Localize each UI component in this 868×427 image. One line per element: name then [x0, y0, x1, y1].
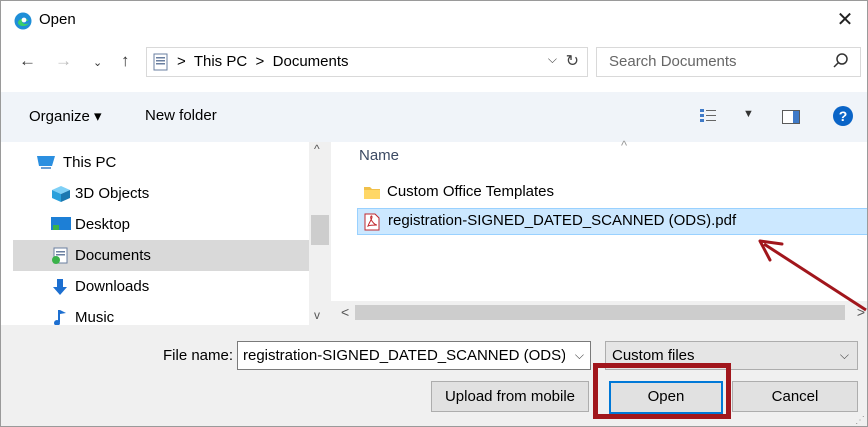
- folder-icon: [364, 187, 380, 199]
- scroll-thumb[interactable]: [311, 215, 329, 245]
- 3d-objects-icon: [52, 186, 70, 202]
- file-row-registration-pdf[interactable]: registration-SIGNED_DATED_SCANNED (ODS).…: [357, 208, 867, 235]
- view-dropdown-icon[interactable]: ▼: [743, 108, 754, 120]
- breadcrumb-separator: >: [255, 53, 265, 70]
- open-button[interactable]: Open: [609, 381, 723, 414]
- window-title: Open: [39, 11, 76, 28]
- dialog-footer: File name: registration-SIGNED_DATED_SCA…: [1, 325, 867, 426]
- documents-location-icon: [153, 53, 168, 71]
- file-name-input[interactable]: registration-SIGNED_DATED_SCANNED (ODS).: [243, 347, 565, 364]
- nav-item-label: Desktop: [75, 216, 131, 233]
- nav-item-label: Music: [75, 309, 115, 326]
- nav-item-desktop[interactable]: Desktop: [13, 209, 309, 240]
- refresh-icon[interactable]: ↻: [566, 51, 579, 71]
- search-box[interactable]: Search Documents: [596, 47, 861, 77]
- documents-icon: [52, 247, 68, 264]
- breadcrumb-separator: >: [177, 53, 186, 70]
- scroll-right-icon[interactable]: >: [857, 304, 865, 320]
- navigation-pane: This PC 3D Objects Desktop Documents Dow…: [1, 142, 331, 326]
- column-header-name[interactable]: Name: [359, 147, 399, 164]
- file-type-select[interactable]: Custom files ⌵: [605, 341, 858, 370]
- breadcrumb: > This PC > Documents: [177, 53, 349, 70]
- nav-item-3d-objects[interactable]: 3D Objects: [13, 178, 309, 209]
- edge-icon: [14, 12, 32, 30]
- title-bar: Open ✕: [1, 1, 867, 39]
- recent-locations-chevron-icon[interactable]: ⌄: [93, 56, 102, 69]
- chevron-down-icon: ⌵: [839, 348, 849, 362]
- breadcrumb-this-pc[interactable]: This PC: [194, 53, 247, 70]
- file-name-combobox[interactable]: registration-SIGNED_DATED_SCANNED (ODS).…: [237, 341, 591, 370]
- help-button[interactable]: ?: [833, 106, 853, 126]
- search-placeholder: Search Documents: [609, 53, 737, 70]
- nav-item-documents[interactable]: Documents: [13, 240, 309, 271]
- nav-item-label: This PC: [63, 154, 117, 171]
- forward-arrow-icon[interactable]: →: [55, 51, 72, 71]
- scroll-thumb[interactable]: [355, 305, 845, 320]
- file-name-label: File name:: [163, 347, 234, 364]
- downloads-icon: [53, 279, 67, 295]
- back-arrow-icon[interactable]: ←: [19, 51, 36, 71]
- search-icon: [833, 53, 848, 68]
- computer-icon: [37, 156, 55, 169]
- open-dialog: Open ✕ ← → ⌄ ↑ > This PC > Documents ⌵ ↻: [0, 0, 868, 427]
- nav-item-this-pc[interactable]: This PC: [13, 147, 309, 178]
- file-list-pane: ^ Name Custom Office Templates registrat…: [331, 138, 867, 325]
- nav-vertical-scrollbar[interactable]: ^ v: [309, 142, 331, 325]
- cancel-button[interactable]: Cancel: [732, 381, 858, 412]
- file-row-custom-office-templates[interactable]: Custom Office Templates: [357, 180, 867, 205]
- nav-item-label: 3D Objects: [75, 185, 150, 202]
- organize-button[interactable]: Organize ▾: [29, 107, 102, 125]
- scroll-up-icon[interactable]: ^: [314, 142, 320, 156]
- address-bar[interactable]: > This PC > Documents ⌵ ↻: [146, 47, 588, 77]
- sort-ascending-icon: ^: [621, 138, 628, 153]
- files-horizontal-scrollbar[interactable]: < >: [331, 301, 867, 325]
- view-options-icon[interactable]: [699, 108, 717, 124]
- nav-item-label: Documents: [75, 247, 151, 264]
- address-row: ← → ⌄ ↑ > This PC > Documents ⌵ ↻ Search…: [1, 41, 867, 83]
- desktop-icon: [51, 217, 71, 230]
- nav-item-downloads[interactable]: Downloads: [13, 271, 309, 302]
- address-dropdown-icon[interactable]: ⌵: [548, 52, 557, 67]
- up-arrow-icon[interactable]: ↑: [121, 51, 130, 71]
- file-name-label: registration-SIGNED_DATED_SCANNED (ODS).…: [388, 212, 737, 229]
- pdf-icon: [364, 213, 380, 231]
- file-type-value: Custom files: [612, 347, 695, 364]
- nav-item-label: Downloads: [75, 278, 150, 295]
- command-bar: Organize ▾ New folder ▼ ?: [1, 92, 867, 142]
- preview-pane-icon[interactable]: [782, 110, 800, 124]
- resize-grip-icon[interactable]: ⋰: [855, 415, 865, 426]
- scroll-down-icon[interactable]: v: [314, 308, 320, 322]
- new-folder-button[interactable]: New folder: [145, 107, 217, 124]
- breadcrumb-documents[interactable]: Documents: [273, 53, 349, 70]
- file-name-label: Custom Office Templates: [387, 183, 555, 200]
- scroll-left-icon[interactable]: <: [341, 304, 349, 320]
- chevron-down-icon[interactable]: ⌵: [575, 348, 584, 363]
- close-button[interactable]: ✕: [831, 7, 859, 35]
- upload-from-mobile-button[interactable]: Upload from mobile: [431, 381, 589, 412]
